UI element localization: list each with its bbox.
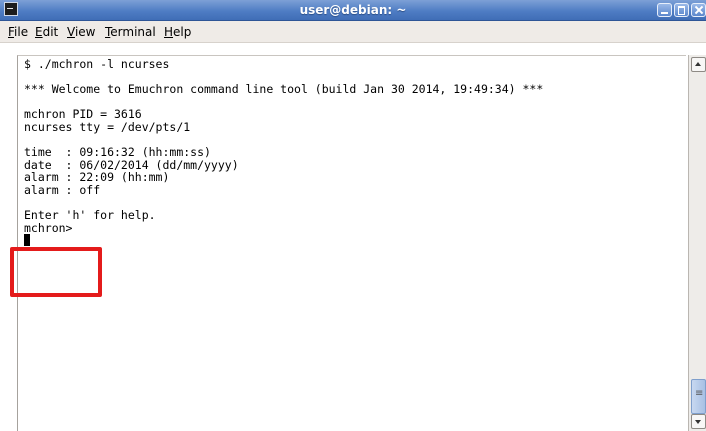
terminal-output[interactable]: $ ./mchron -l ncurses *** Welcome to Emu… xyxy=(17,55,686,431)
vertical-scrollbar[interactable] xyxy=(688,55,706,431)
scroll-up-icon[interactable] xyxy=(691,57,706,72)
minimize-icon[interactable] xyxy=(657,3,672,17)
title-bar[interactable]: user@debian: ~ xyxy=(0,0,706,21)
terminal-prompt: mchron> xyxy=(24,220,73,235)
terminal-line: $ ./mchron -l ncurses xyxy=(24,57,170,71)
terminal-line: *** Welcome to Emuchron command line too… xyxy=(24,82,544,97)
menu-terminal[interactable]: Terminal xyxy=(105,25,156,39)
menu-view[interactable]: View xyxy=(67,25,95,39)
menu-help[interactable]: Help xyxy=(164,25,191,39)
maximize-icon[interactable] xyxy=(674,3,689,17)
terminal-line: alarm : off xyxy=(24,182,101,197)
scroll-thumb[interactable] xyxy=(691,379,706,414)
menu-file[interactable]: File xyxy=(8,25,28,39)
terminal-line: ncurses tty = /dev/pts/1 xyxy=(24,119,191,134)
menu-bar: File Edit View Terminal Help xyxy=(0,21,706,43)
scroll-down-icon[interactable] xyxy=(691,414,706,429)
terminal-window: user@debian: ~ File Edit View Terminal H… xyxy=(0,0,706,431)
close-icon[interactable] xyxy=(691,3,706,17)
window-title: user@debian: ~ xyxy=(299,3,407,17)
highlight-box xyxy=(10,247,102,297)
menu-edit[interactable]: Edit xyxy=(35,25,58,39)
text-cursor xyxy=(24,234,30,247)
